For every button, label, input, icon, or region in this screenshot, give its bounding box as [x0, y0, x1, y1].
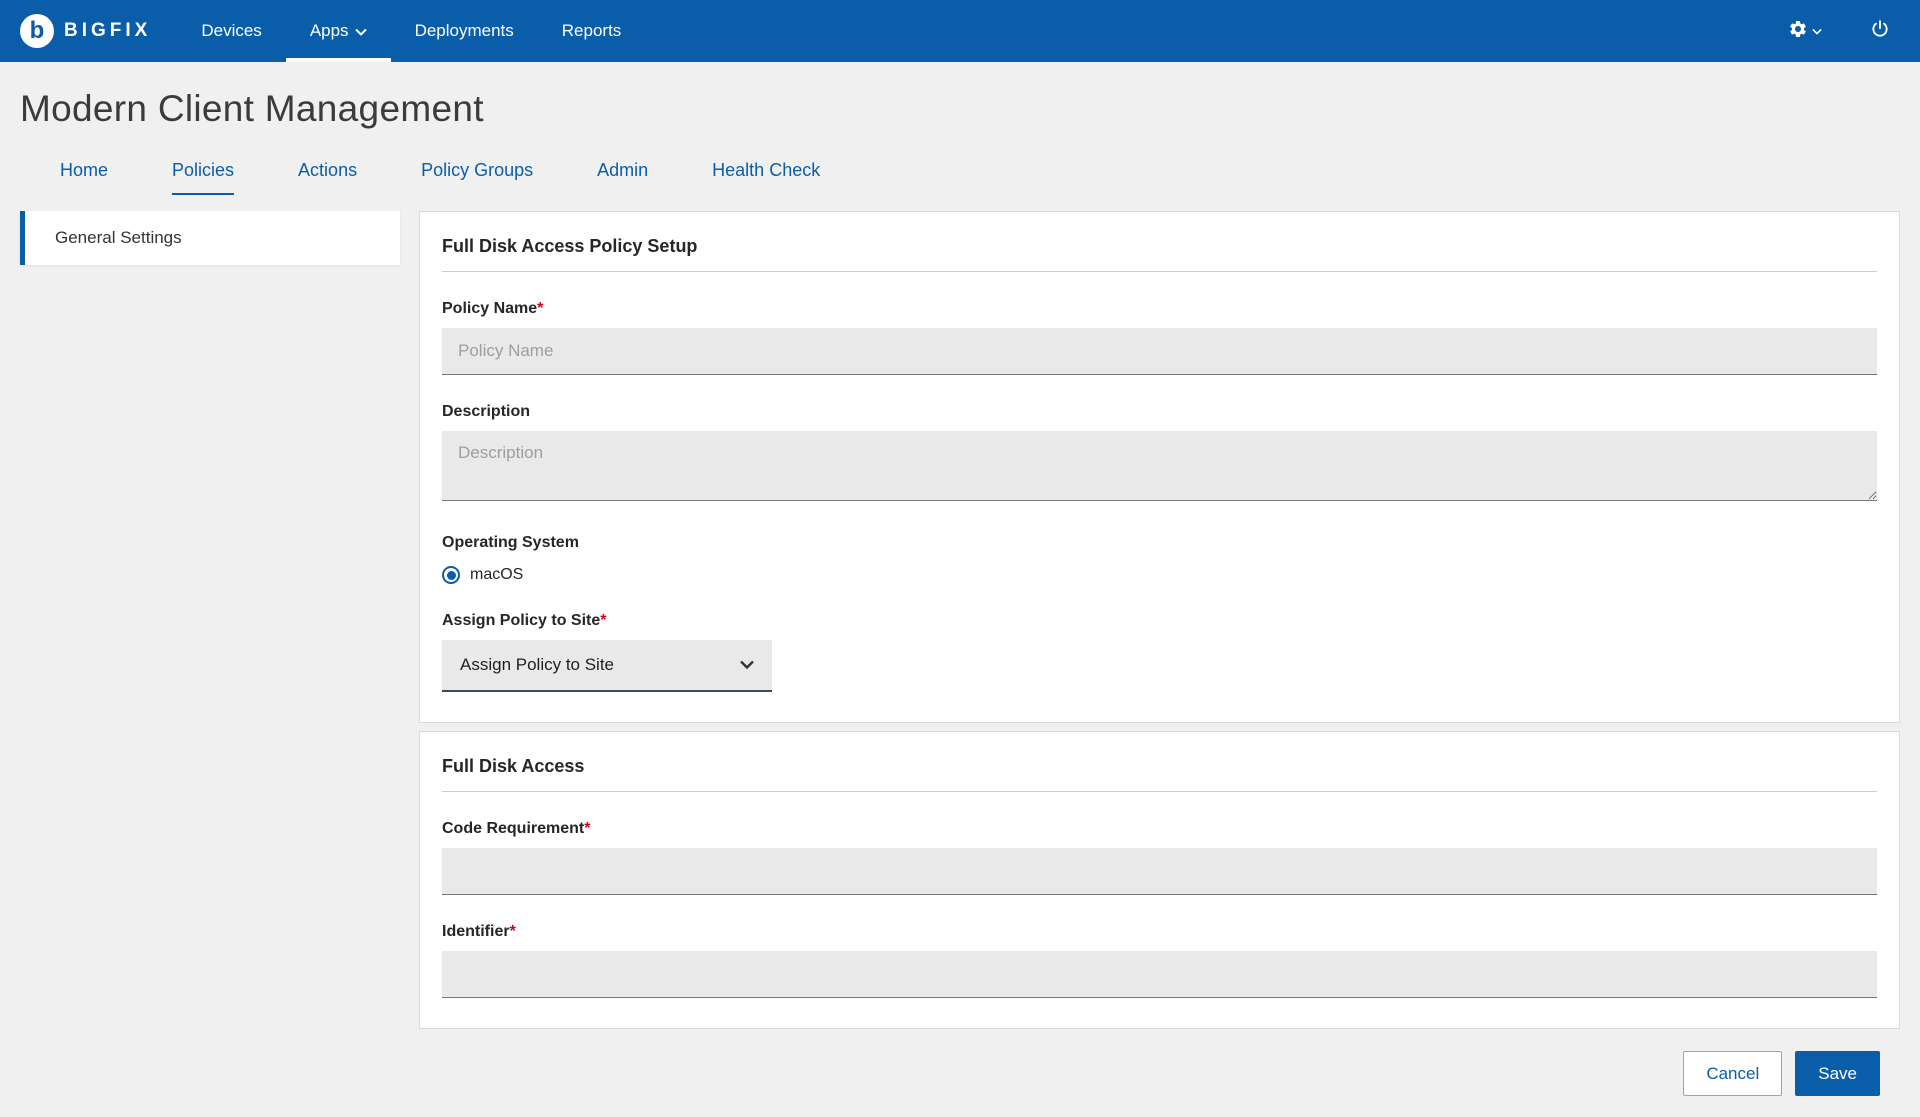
macos-radio[interactable] [442, 566, 460, 584]
sidebar-item-general-settings[interactable]: General Settings [20, 211, 400, 265]
assign-site-field-group: Assign Policy to Site* Assign Policy to … [442, 612, 1877, 692]
full-disk-access-card: Full Disk Access Code Requirement* Ident… [419, 731, 1900, 1029]
nav-item-apps[interactable]: Apps [286, 0, 391, 62]
required-asterisk: * [510, 923, 516, 940]
label-text: Identifier [442, 923, 510, 940]
policy-setup-heading: Full Disk Access Policy Setup [442, 236, 1877, 272]
gear-icon [1788, 19, 1808, 44]
nav-right-controls [1788, 0, 1920, 62]
tab-health-check[interactable]: Health Check [712, 160, 820, 195]
save-button[interactable]: Save [1795, 1051, 1880, 1096]
cancel-button[interactable]: Cancel [1683, 1051, 1782, 1096]
label-text: Operating System [442, 534, 579, 551]
nav-item-label: Reports [562, 21, 622, 41]
identifier-label: Identifier* [442, 923, 1877, 941]
chevron-down-icon [1812, 22, 1822, 40]
nav-item-label: Apps [310, 21, 349, 41]
description-textarea[interactable] [442, 431, 1877, 501]
bigfix-brand[interactable]: b BIGFIX [0, 0, 177, 62]
macos-radio-label: macOS [470, 566, 523, 584]
radio-dot [447, 571, 456, 580]
nav-item-label: Devices [201, 21, 261, 41]
bigfix-logo: b [20, 14, 54, 48]
identifier-field-group: Identifier* [442, 923, 1877, 998]
assign-site-dropdown[interactable]: Assign Policy to Site [442, 640, 772, 692]
main-nav: Devices Apps Deployments Reports [177, 0, 645, 62]
required-asterisk: * [537, 300, 543, 317]
settings-menu-button[interactable] [1788, 19, 1822, 44]
macos-radio-row: macOS [442, 566, 1877, 584]
identifier-input[interactable] [442, 951, 1877, 998]
policy-name-field-group: Policy Name* [442, 300, 1877, 375]
tab-actions[interactable]: Actions [298, 160, 357, 195]
label-text: Description [442, 403, 530, 420]
content-area: General Settings Full Disk Access Policy… [0, 195, 1920, 1096]
nav-item-reports[interactable]: Reports [538, 0, 646, 62]
tab-policies[interactable]: Policies [172, 160, 234, 195]
operating-system-field-group: Operating System macOS [442, 534, 1877, 584]
card-divider-gap [419, 723, 1900, 731]
label-text: Code Requirement [442, 820, 584, 837]
footer-actions: Cancel Save [419, 1029, 1900, 1096]
code-requirement-field-group: Code Requirement* [442, 820, 1877, 895]
tab-policy-groups[interactable]: Policy Groups [421, 160, 533, 195]
label-text: Assign Policy to Site [442, 612, 600, 629]
full-disk-access-heading: Full Disk Access [442, 756, 1877, 792]
code-requirement-input[interactable] [442, 848, 1877, 895]
power-icon [1870, 19, 1890, 44]
brand-text: BIGFIX [64, 20, 151, 42]
description-field-group: Description [442, 403, 1877, 506]
required-asterisk: * [600, 612, 606, 629]
top-navigation: b BIGFIX Devices Apps Deployments Report… [0, 0, 1920, 62]
dropdown-selected-value: Assign Policy to Site [460, 655, 614, 675]
label-text: Policy Name [442, 300, 537, 317]
policy-name-label: Policy Name* [442, 300, 1877, 318]
assign-site-label: Assign Policy to Site* [442, 612, 1877, 630]
logout-button[interactable] [1870, 19, 1890, 44]
chevron-down-icon [740, 656, 754, 674]
description-label: Description [442, 403, 1877, 421]
tab-home[interactable]: Home [60, 160, 108, 195]
main-panel: Full Disk Access Policy Setup Policy Nam… [419, 211, 1900, 1096]
tab-admin[interactable]: Admin [597, 160, 648, 195]
tab-bar: Home Policies Actions Policy Groups Admi… [0, 130, 1920, 195]
nav-item-label: Deployments [415, 21, 514, 41]
policy-name-input[interactable] [442, 328, 1877, 375]
code-requirement-label: Code Requirement* [442, 820, 1877, 838]
required-asterisk: * [584, 820, 590, 837]
operating-system-label: Operating System [442, 534, 1877, 552]
settings-sidebar: General Settings [20, 211, 400, 265]
chevron-down-icon [355, 21, 367, 41]
nav-item-deployments[interactable]: Deployments [391, 0, 538, 62]
policy-setup-card: Full Disk Access Policy Setup Policy Nam… [419, 211, 1900, 723]
nav-item-devices[interactable]: Devices [177, 0, 285, 62]
page-title: Modern Client Management [0, 62, 1920, 130]
